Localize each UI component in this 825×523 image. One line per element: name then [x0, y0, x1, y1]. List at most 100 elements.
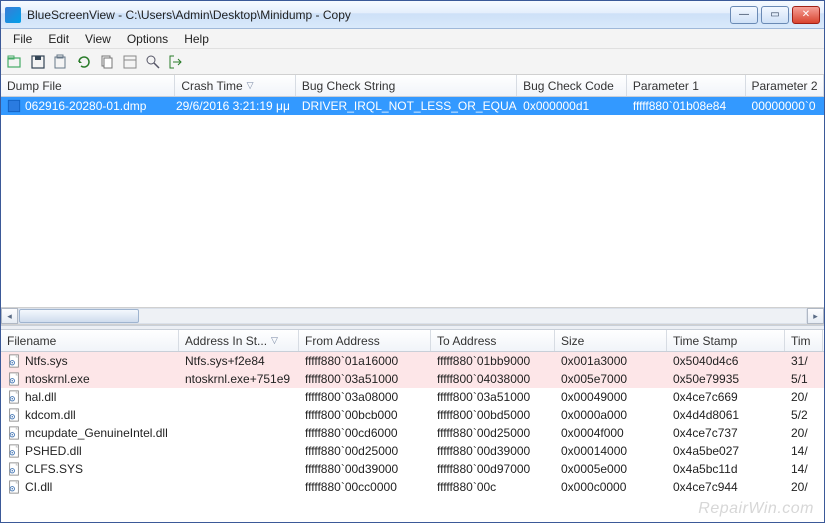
cell-size: 0x0000a000 [555, 407, 667, 423]
scroll-left-button[interactable]: ◂ [1, 308, 18, 324]
cell-address-in-stack [179, 396, 299, 398]
col-from-address[interactable]: From Address [299, 330, 431, 351]
dump-columns-header: Dump File Crash Time ▽ Bug Check String B… [1, 75, 824, 97]
cell-address-in-stack [179, 468, 299, 470]
maximize-button[interactable]: ▭ [761, 6, 789, 24]
cell-size: 0x0004f000 [555, 425, 667, 441]
cell-filename: CI.dll [1, 479, 179, 495]
cell-tim: 20/ [785, 389, 823, 405]
cell-to-address: fffff880`00d39000 [431, 443, 555, 459]
module-row[interactable]: kdcom.dll fffff800`00bcb000fffff800`00bd5… [1, 406, 824, 424]
app-icon [5, 7, 21, 23]
col-crash-time[interactable]: Crash Time ▽ [175, 75, 296, 96]
toolbar [1, 49, 824, 75]
cell-size: 0x00049000 [555, 389, 667, 405]
module-row[interactable]: PSHED.dll fffff880`00d25000fffff880`00d39… [1, 442, 824, 460]
cell-filename: kdcom.dll [1, 407, 179, 423]
cell-filename: hal.dll [1, 389, 179, 405]
col-filename[interactable]: Filename [1, 330, 179, 351]
col-crash-time-label: Crash Time [181, 79, 242, 93]
cell-timestamp: 0x4ce7c944 [667, 479, 785, 495]
menu-options[interactable]: Options [119, 30, 176, 48]
find-icon[interactable] [143, 52, 163, 72]
minimize-button[interactable]: — [730, 6, 758, 24]
sort-indicator-icon: ▽ [271, 335, 278, 346]
cell-from-address: fffff800`03a08000 [299, 389, 431, 405]
menu-edit[interactable]: Edit [40, 30, 77, 48]
cell-to-address: fffff800`00bd5000 [431, 407, 555, 423]
col-dump-file[interactable]: Dump File [1, 75, 175, 96]
cell-timestamp: 0x4ce7c737 [667, 425, 785, 441]
cell-size: 0x001a3000 [555, 353, 667, 369]
cell-address-in-stack [179, 486, 299, 488]
cell-size: 0x00014000 [555, 443, 667, 459]
scroll-track[interactable] [18, 308, 807, 324]
cell-tim: 20/ [785, 479, 823, 495]
cell-bug-check-string: DRIVER_IRQL_NOT_LESS_OR_EQUAL [296, 98, 517, 114]
cell-to-address: fffff880`00d25000 [431, 425, 555, 441]
cell-to-address: fffff880`00d97000 [431, 461, 555, 477]
copy-icon[interactable] [97, 52, 117, 72]
watermark: RepairWin.com [698, 500, 814, 518]
cell-from-address: fffff880`00d39000 [299, 461, 431, 477]
cell-tim: 14/ [785, 443, 823, 459]
cell-timestamp: 0x4a5bc11d [667, 461, 785, 477]
cell-address-in-stack [179, 414, 299, 416]
cell-filename: Ntfs.sys [1, 353, 179, 369]
module-columns-header: Filename Address In St...▽ From Address … [1, 330, 824, 352]
upper-hscrollbar[interactable]: ◂ ▸ [1, 307, 824, 325]
module-row[interactable]: CLFS.SYS fffff880`00d39000fffff880`00d970… [1, 460, 824, 478]
col-address-in-stack[interactable]: Address In St...▽ [179, 330, 299, 351]
cell-filename: PSHED.dll [1, 443, 179, 459]
col-bug-check-string[interactable]: Bug Check String [296, 75, 517, 96]
cell-timestamp: 0x4ce7c669 [667, 389, 785, 405]
module-row[interactable]: ntoskrnl.exentoskrnl.exe+751e9fffff800`0… [1, 370, 824, 388]
cell-from-address: fffff800`03a51000 [299, 371, 431, 387]
menu-help[interactable]: Help [176, 30, 217, 48]
cell-size: 0x005e7000 [555, 371, 667, 387]
options-icon[interactable] [120, 52, 140, 72]
col-bug-check-code[interactable]: Bug Check Code [517, 75, 627, 96]
menu-file[interactable]: File [5, 30, 40, 48]
col-parameter-2[interactable]: Parameter 2 [746, 75, 825, 96]
col-size[interactable]: Size [555, 330, 667, 351]
close-button[interactable]: ✕ [792, 6, 820, 24]
cell-address-in-stack: ntoskrnl.exe+751e9 [179, 371, 299, 387]
cell-timestamp: 0x4d4d8061 [667, 407, 785, 423]
cell-tim: 20/ [785, 425, 823, 441]
module-row[interactable]: CI.dllfffff880`00cc0000fffff880`00c0x000… [1, 478, 824, 496]
col-tim[interactable]: Tim [785, 330, 823, 351]
window-title: BlueScreenView - C:\Users\Admin\Desktop\… [27, 8, 730, 22]
exit-icon[interactable] [166, 52, 186, 72]
cell-tim: 5/1 [785, 371, 823, 387]
cell-address-in-stack [179, 450, 299, 452]
menu-view[interactable]: View [77, 30, 119, 48]
col-parameter-1[interactable]: Parameter 1 [627, 75, 746, 96]
scroll-right-button[interactable]: ▸ [807, 308, 824, 324]
properties-icon[interactable] [51, 52, 71, 72]
col-time-stamp[interactable]: Time Stamp [667, 330, 785, 351]
cell-filename: CLFS.SYS [1, 461, 179, 477]
cell-from-address: fffff880`00cd6000 [299, 425, 431, 441]
module-row[interactable]: mcupdate_GenuineIntel.dll fffff880`00cd60… [1, 424, 824, 442]
cell-timestamp: 0x4a5be027 [667, 443, 785, 459]
dump-row[interactable]: 062916-20280-01.dmp29/6/2016 3:21:19 μμD… [1, 97, 824, 115]
sort-indicator-icon: ▽ [247, 80, 254, 91]
cell-address-in-stack [179, 432, 299, 434]
save-icon[interactable] [28, 52, 48, 72]
module-row[interactable]: Ntfs.sysNtfs.sys+f2e84fffff880`01a16000f… [1, 352, 824, 370]
col-to-address[interactable]: To Address [431, 330, 555, 351]
cell-from-address: fffff800`00bcb000 [299, 407, 431, 423]
module-row[interactable]: hal.dll fffff800`03a08000fffff800`03a5100… [1, 388, 824, 406]
cell-to-address: fffff800`03a51000 [431, 389, 555, 405]
cell-from-address: fffff880`01a16000 [299, 353, 431, 369]
menu-bar: File Edit View Options Help [1, 29, 824, 49]
cell-param1: fffff880`01b08e84 [627, 98, 746, 114]
cell-from-address: fffff880`00d25000 [299, 443, 431, 459]
cell-filename: mcupdate_GenuineIntel.dll [1, 425, 179, 441]
cell-param2: 00000000`0 [746, 98, 824, 114]
scroll-thumb[interactable] [19, 309, 139, 323]
refresh-icon[interactable] [74, 52, 94, 72]
cell-from-address: fffff880`00cc0000 [299, 479, 431, 495]
open-icon[interactable] [5, 52, 25, 72]
